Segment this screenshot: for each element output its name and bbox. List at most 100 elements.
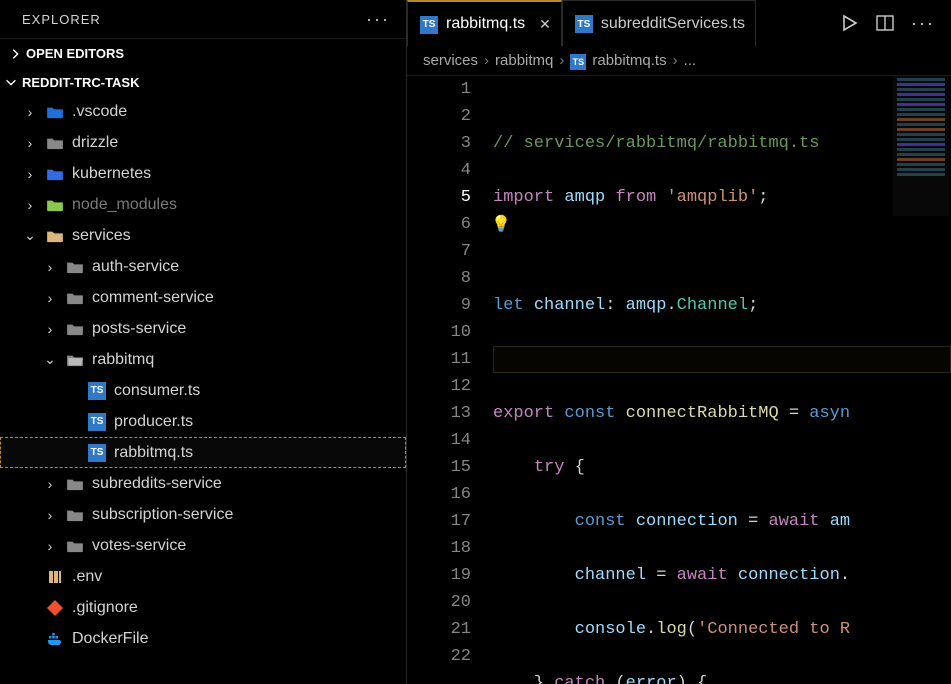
- tree-folder-subreddits-service[interactable]: › subreddits-service: [0, 468, 406, 499]
- code-editor[interactable]: 12345678910111213141516171819202122 💡 //…: [407, 76, 951, 684]
- chevron-right-icon: ›: [22, 135, 38, 151]
- tree-file-env[interactable]: .env: [0, 561, 406, 592]
- run-icon[interactable]: [839, 13, 859, 33]
- tree-label: DockerFile: [72, 630, 406, 648]
- tree-label: node_modules: [72, 196, 406, 214]
- tree-folder-posts-service[interactable]: › posts-service: [0, 313, 406, 344]
- folder-icon: [66, 537, 84, 555]
- folder-icon: [66, 258, 84, 276]
- tree-label: comment-service: [92, 289, 406, 307]
- editor-more-icon[interactable]: ···: [911, 13, 935, 34]
- tree-label: .vscode: [72, 103, 406, 121]
- tree-folder-subscription-service[interactable]: › subscription-service: [0, 499, 406, 530]
- split-editor-icon[interactable]: [875, 13, 895, 33]
- tree-folder-votes-service[interactable]: › votes-service: [0, 530, 406, 561]
- folder-open-icon: [46, 227, 64, 245]
- tree-file-gitignore[interactable]: .gitignore: [0, 592, 406, 623]
- tree-folder-node-modules[interactable]: › node_modules: [0, 189, 406, 220]
- tree-label: services: [72, 227, 406, 245]
- tree-folder-auth-service[interactable]: › auth-service: [0, 251, 406, 282]
- chevron-right-icon: ›: [22, 104, 38, 120]
- tree-label: votes-service: [92, 537, 406, 555]
- typescript-icon: TS: [570, 52, 586, 70]
- chevron-right-icon: ›: [42, 476, 58, 492]
- breadcrumb-segment[interactable]: rabbitmq.ts: [592, 52, 666, 69]
- folder-icon: [66, 320, 84, 338]
- folder-vscode-icon: [46, 103, 64, 121]
- editor-tab-actions: ···: [839, 0, 951, 46]
- typescript-icon: TS: [88, 382, 106, 400]
- chevron-right-icon: ›: [559, 52, 564, 69]
- tree-label: auth-service: [92, 258, 406, 276]
- tree-file-rabbitmq-ts[interactable]: TS rabbitmq.ts: [0, 437, 406, 468]
- tree-label: rabbitmq: [92, 351, 406, 369]
- tree-folder-drizzle[interactable]: › drizzle: [0, 127, 406, 158]
- editor-tabbar: TS rabbitmq.ts ✕ TS subredditServices.ts…: [407, 0, 951, 46]
- chevron-right-icon: ›: [22, 197, 38, 213]
- file-tree: › .vscode › drizzle › kubernetes › node_…: [0, 96, 406, 684]
- folder-open-icon: [66, 351, 84, 369]
- chevron-right-icon: [8, 47, 22, 61]
- tree-label: rabbitmq.ts: [114, 444, 406, 462]
- close-icon[interactable]: ✕: [539, 16, 551, 33]
- breadcrumb-segment[interactable]: services: [423, 52, 478, 69]
- chevron-right-icon: ›: [22, 166, 38, 182]
- tree-file-consumer[interactable]: TS consumer.ts: [0, 375, 406, 406]
- tree-label: posts-service: [92, 320, 406, 338]
- tree-label: .env: [72, 568, 406, 586]
- tree-folder-kubernetes[interactable]: › kubernetes: [0, 158, 406, 189]
- chevron-right-icon: ›: [484, 52, 489, 69]
- tree-folder-rabbitmq[interactable]: ⌄ rabbitmq: [0, 344, 406, 375]
- code-text: // services/rabbitmq/rabbitmq.ts: [493, 134, 819, 153]
- explorer-menu-icon[interactable]: ···: [366, 9, 390, 30]
- breadcrumb-segment[interactable]: ...: [684, 52, 697, 69]
- editor-area: TS rabbitmq.ts ✕ TS subredditServices.ts…: [407, 0, 951, 684]
- chevron-down-icon: ⌄: [22, 227, 38, 244]
- breadcrumb-segment[interactable]: rabbitmq: [495, 52, 553, 69]
- tab-subreddit-services[interactable]: TS subredditServices.ts: [562, 0, 756, 46]
- open-editors-section[interactable]: OPEN EDITORS: [0, 38, 406, 68]
- open-editors-label: OPEN EDITORS: [26, 46, 124, 61]
- line-number-gutter: 12345678910111213141516171819202122: [407, 76, 493, 684]
- folder-icon: [66, 506, 84, 524]
- explorer-header: EXPLORER ···: [0, 0, 406, 38]
- minimap[interactable]: [893, 76, 949, 216]
- chevron-right-icon: ›: [42, 538, 58, 554]
- tree-label: consumer.ts: [114, 382, 406, 400]
- chevron-right-icon: ›: [42, 290, 58, 306]
- chevron-right-icon: ›: [42, 507, 58, 523]
- code-content[interactable]: 💡 // services/rabbitmq/rabbitmq.ts impor…: [493, 76, 951, 684]
- tree-label: drizzle: [72, 134, 406, 152]
- tree-label: kubernetes: [72, 165, 406, 183]
- tree-file-producer[interactable]: TS producer.ts: [0, 406, 406, 437]
- typescript-icon: TS: [88, 413, 106, 431]
- chevron-down-icon: ⌄: [42, 351, 58, 368]
- folder-icon: [66, 475, 84, 493]
- tree-file-dockerfile[interactable]: DockerFile: [0, 623, 406, 654]
- tree-label: .gitignore: [72, 599, 406, 617]
- tab-label: subredditServices.ts: [601, 15, 745, 33]
- env-icon: [46, 568, 64, 586]
- typescript-icon: TS: [88, 444, 106, 462]
- chevron-down-icon: [4, 75, 18, 89]
- tree-folder-services[interactable]: ⌄ services: [0, 220, 406, 251]
- chevron-right-icon: ›: [673, 52, 678, 69]
- breadcrumbs[interactable]: services › rabbitmq › TS rabbitmq.ts › .…: [407, 46, 951, 76]
- folder-node-icon: [46, 196, 64, 214]
- tab-rabbitmq[interactable]: TS rabbitmq.ts ✕: [407, 0, 562, 46]
- tab-label: rabbitmq.ts: [446, 15, 525, 33]
- explorer-title: EXPLORER: [22, 12, 101, 27]
- chevron-right-icon: ›: [42, 259, 58, 275]
- tree-label: subreddits-service: [92, 475, 406, 493]
- docker-icon: [46, 630, 64, 648]
- project-header[interactable]: REDDIT-TRC-TASK: [0, 68, 406, 96]
- git-icon: [46, 599, 64, 617]
- project-name: REDDIT-TRC-TASK: [22, 75, 139, 90]
- lightbulb-icon[interactable]: 💡: [491, 212, 511, 239]
- typescript-icon: TS: [575, 14, 593, 34]
- folder-icon: [46, 134, 64, 152]
- tree-folder-comment-service[interactable]: › comment-service: [0, 282, 406, 313]
- tree-folder-vscode[interactable]: › .vscode: [0, 96, 406, 127]
- typescript-icon: TS: [420, 14, 438, 34]
- folder-kubernetes-icon: [46, 165, 64, 183]
